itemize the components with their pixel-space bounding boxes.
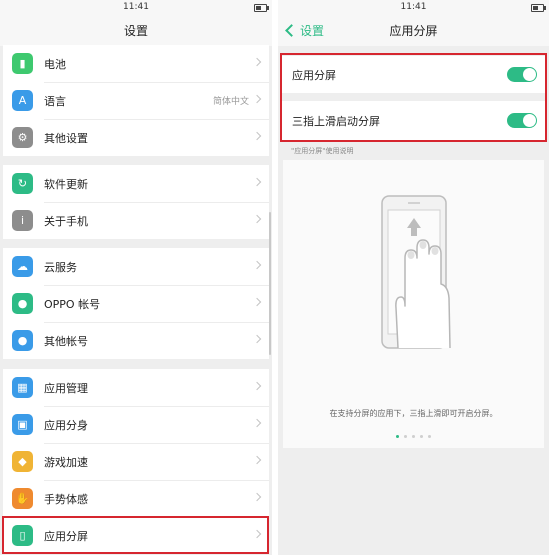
status-bar: 11:41 [278,0,549,16]
chevron-right-icon [252,57,262,67]
settings-item-value: 简体中文 [212,97,249,107]
app-clone-icon: ▣ [12,414,33,435]
settings-item[interactable]: ◆ 游戏加速 [3,443,269,480]
instructions-caption: "应用分屏"使用说明 [291,147,354,155]
settings-item-label: 应用分身 [44,419,88,432]
battery-icon: ▮ [12,53,33,74]
split-screen-icon: ▯ [12,525,33,546]
gesture-icon: ✋ [12,488,33,509]
settings-item[interactable]: ▣ 应用分身 [3,406,269,443]
chevron-right-icon [252,492,262,502]
info-icon: i [12,210,33,231]
settings-item-label: 电池 [44,58,66,71]
chevron-right-icon [252,94,262,104]
status-bar: 11:41 [0,0,272,16]
battery-status-icon [254,4,269,12]
settings-item-label: 云服务 [44,261,77,274]
page-dot [428,435,431,438]
settings-item[interactable]: ☁ 云服务 [3,248,269,285]
three-finger-swipe-illustration [381,195,451,349]
chevron-right-icon [252,418,262,428]
page-title: 设置 [123,24,148,38]
header: 设置 [0,16,272,46]
settings-item[interactable]: ✋ 手势体感 [3,480,269,517]
settings-group: ▦ 应用管理 ▣ 应用分身 ◆ 游戏加速 ✋ 手势体感 ▯ 应用分屏 [3,369,269,554]
app-manage-icon: ▦ [12,377,33,398]
update-icon: ↻ [12,173,33,194]
settings-item[interactable]: i 关于手机 [3,202,269,239]
settings-item[interactable]: ● 其他帐号 [3,322,269,359]
settings-item-label: 关于手机 [44,215,88,228]
chevron-right-icon [252,260,262,270]
language-icon: A [12,90,33,111]
settings-item[interactable]: ⚙ 其他设置 [3,119,269,156]
settings-item[interactable]: A 语言 简体中文 [3,82,269,119]
header: 设置 应用分屏 [278,16,549,46]
chevron-right-icon [252,529,262,539]
settings-item-label: OPPO 帐号 [44,298,101,311]
settings-item-label: 手势体感 [44,493,88,506]
status-time: 11:41 [123,2,149,12]
settings-item[interactable]: ▯ 应用分屏 [3,517,269,554]
settings-panel: 11:41 设置 ▮ 电池 A 语言 简体中文 ⚙ 其他设置 ↻ 软件更新 i 关于手机 ☁ 云服务 ● O… [0,0,272,555]
toggle-row-three-finger[interactable]: 三指上滑启动分屏 [281,101,546,140]
settings-item-label: 其他设置 [44,132,88,145]
settings-item-label: 应用分屏 [44,530,88,543]
toggle-label: 应用分屏 [292,69,336,82]
settings-item-label: 其他帐号 [44,335,88,348]
chevron-right-icon [252,455,262,465]
chevron-right-icon [252,381,262,391]
settings-group: ☁ 云服务 ● OPPO 帐号 ● 其他帐号 [3,248,269,359]
page-dot [412,435,415,438]
settings-item-label: 语言 [44,95,66,108]
battery-status-icon [531,4,546,12]
page-title: 应用分屏 [389,24,438,38]
settings-group: ↻ 软件更新 i 关于手机 [3,165,269,239]
chevron-right-icon [252,177,262,187]
settings-item[interactable]: ▦ 应用管理 [3,369,269,406]
instructions-text: 在支持分屏的应用下，三指上滑即可开启分屏。 [329,409,498,418]
settings-group: ▮ 电池 A 语言 简体中文 ⚙ 其他设置 [3,45,269,156]
chevron-right-icon [252,214,262,224]
page-indicator [283,435,544,438]
split-screen-toggle[interactable] [507,67,537,82]
settings-item[interactable]: ● OPPO 帐号 [3,285,269,322]
settings-item-label: 应用管理 [44,382,88,395]
split-screen-panel: 11:41 设置 应用分屏 应用分屏 三指上滑启动分屏 "应用分屏"使用说明 在… [278,0,549,555]
settings-item[interactable]: ↻ 软件更新 [3,165,269,202]
other-accounts-icon: ● [12,330,33,351]
account-icon: ● [12,293,33,314]
instructions-card: 在支持分屏的应用下，三指上滑即可开启分屏。 [283,160,544,448]
page-dot [404,435,407,438]
chevron-right-icon [252,334,262,344]
status-time: 11:41 [400,2,427,12]
toggle-row-split-screen[interactable]: 应用分屏 [281,56,546,93]
chevron-right-icon [252,131,262,141]
page-dot [420,435,423,438]
three-finger-toggle[interactable] [507,113,537,128]
settings-item[interactable]: ▮ 电池 [3,45,269,82]
chevron-right-icon [252,297,262,307]
settings-item-label: 软件更新 [44,178,88,191]
scrollbar[interactable] [269,212,271,355]
settings-item-label: 游戏加速 [44,456,88,469]
cloud-icon: ☁ [12,256,33,277]
game-accel-icon: ◆ [12,451,33,472]
page-dot [396,435,399,438]
gear-icon: ⚙ [12,127,33,148]
toggle-label: 三指上滑启动分屏 [292,115,380,128]
